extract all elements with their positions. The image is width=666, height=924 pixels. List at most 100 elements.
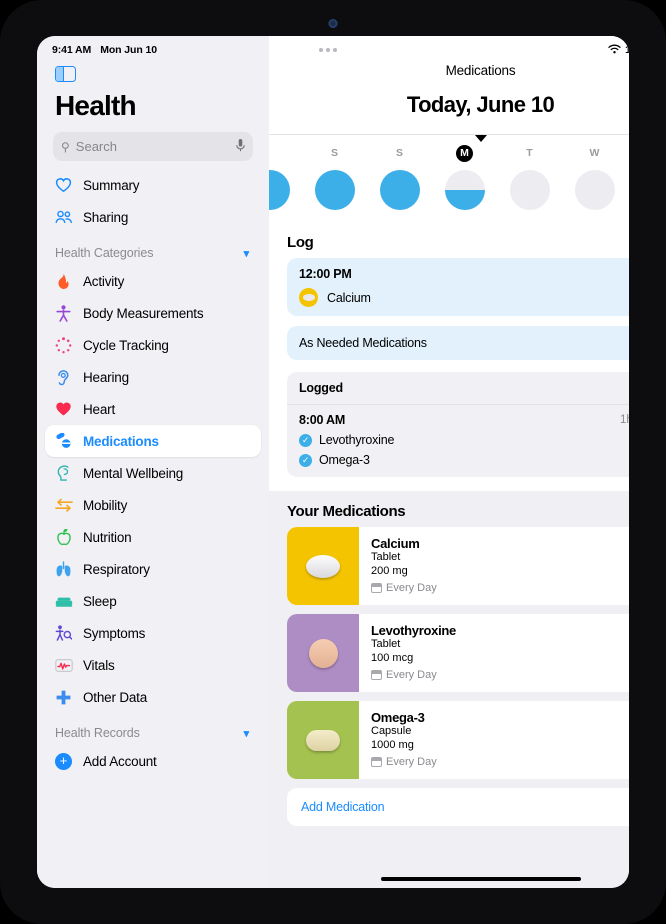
day-progress-circle xyxy=(314,170,355,210)
as-needed-card[interactable]: As Needed Medications + xyxy=(287,326,629,360)
logged-item-label: Omega-3 xyxy=(319,453,370,467)
body-icon xyxy=(54,304,73,323)
sidebar-item-nutrition[interactable]: Nutrition xyxy=(45,521,261,553)
scheduled-dose-card[interactable]: 12:00 PM + Calcium xyxy=(287,258,629,316)
sidebar-item-summary[interactable]: Summary xyxy=(45,169,261,201)
day-item[interactable]: S xyxy=(367,145,432,210)
sidebar-item-sharing[interactable]: Sharing xyxy=(45,201,261,233)
logged-ago[interactable]: 1h ago › xyxy=(620,414,629,426)
logged-title: Logged xyxy=(287,372,629,405)
day-item[interactable]: W xyxy=(562,145,627,210)
medication-dose: 1000 mg xyxy=(371,738,414,751)
medication-thumbnail xyxy=(287,527,359,605)
day-progress-circle xyxy=(509,170,550,210)
chevron-down-icon[interactable]: ▾ xyxy=(244,727,250,740)
people-icon xyxy=(54,208,73,227)
main-content: 100% Medications Today, June 10 S xyxy=(269,36,629,888)
sidebar-item-label: Body Measurements xyxy=(83,305,204,321)
sidebar-item-label: Respiratory xyxy=(83,561,150,577)
sidebar-item-vitals[interactable]: Vitals xyxy=(45,649,261,681)
calendar-icon xyxy=(371,583,382,593)
sidebar-item-symptoms[interactable]: Symptoms xyxy=(45,617,261,649)
medication-card[interactable]: Calcium Tablet 200 mg Every Day › xyxy=(287,527,629,605)
sidebar-item-label: Sharing xyxy=(83,209,129,225)
sidebar-item-medications[interactable]: Medications xyxy=(45,425,261,457)
microphone-icon[interactable] xyxy=(236,138,245,155)
logged-body[interactable]: 8:00 AM 1h ago › ✓ Levothyroxine xyxy=(287,405,629,477)
heart-outline-icon xyxy=(54,176,73,195)
day-letter: S xyxy=(330,147,338,159)
check-circle-icon: ✓ xyxy=(299,433,312,447)
day-item-today[interactable]: M xyxy=(432,145,497,210)
sidebar-nav-list: Summary Sharing Health Categories ▾ Acti… xyxy=(37,169,269,888)
medication-name: Levothyroxine xyxy=(371,623,456,638)
arrows-icon xyxy=(54,496,73,515)
sidebar-item-cycle-tracking[interactable]: Cycle Tracking xyxy=(45,329,261,361)
search-icon: ⚲ xyxy=(61,139,70,154)
sidebar-item-sleep[interactable]: Sleep xyxy=(45,585,261,617)
main-scroll-area[interactable]: Log 12:00 PM + Calcium As Needed Medicat… xyxy=(269,224,629,888)
caret-down-icon xyxy=(474,135,487,142)
dose-medication-name: Calcium xyxy=(327,290,371,305)
search-placeholder: Search xyxy=(75,139,117,154)
logged-item-label: Levothyroxine xyxy=(319,433,395,447)
main-header: 100% Medications Today, June 10 S xyxy=(269,36,629,224)
plus-circle-icon: + xyxy=(54,752,73,771)
day-item[interactable] xyxy=(627,145,629,210)
medication-frequency: Every Day xyxy=(371,669,629,681)
sidebar-item-body-measurements[interactable]: Body Measurements xyxy=(45,297,261,329)
sidebar-item-add-account[interactable]: + Add Account xyxy=(45,745,261,777)
sidebar-item-activity[interactable]: Activity xyxy=(45,265,261,297)
medication-frequency-label: Every Day xyxy=(386,582,437,594)
day-item[interactable]: S xyxy=(302,145,367,210)
medication-frequency-label: Every Day xyxy=(386,756,437,768)
day-item[interactable]: T xyxy=(497,145,562,210)
pills-icon xyxy=(54,432,73,451)
day-progress-circle xyxy=(444,170,485,210)
sidebar-toggle-icon[interactable] xyxy=(55,66,76,82)
logged-item: ✓ Omega-3 xyxy=(299,453,629,467)
medication-dose: 200 mg xyxy=(371,564,408,577)
day-item[interactable] xyxy=(269,145,302,210)
your-medications-section: Your Medications Edit Calcium Tablet 200… xyxy=(269,491,629,826)
log-title: Log xyxy=(287,234,314,251)
sidebar-item-label: Activity xyxy=(83,273,125,289)
day-letter: M xyxy=(456,145,473,162)
multitask-dots-icon[interactable] xyxy=(319,48,337,52)
medication-card[interactable]: Omega-3 Capsule 1000 mg Every Day › xyxy=(287,701,629,779)
front-camera-icon xyxy=(328,19,338,28)
day-letter: T xyxy=(526,147,533,159)
medication-thumbnail xyxy=(287,701,359,779)
day-progress-circle xyxy=(574,170,615,210)
sidebar: 9:41 AM Mon Jun 10 Health ⚲ Search Summa… xyxy=(37,36,269,888)
medication-form: Tablet xyxy=(371,638,401,650)
medication-card[interactable]: Levothyroxine Tablet 100 mcg Every Day › xyxy=(287,614,629,692)
sidebar-item-other-data[interactable]: Other Data xyxy=(45,681,261,713)
check-circle-icon: ✓ xyxy=(299,453,312,467)
chevron-down-icon[interactable]: ▾ xyxy=(244,247,250,260)
medication-name: Omega-3 xyxy=(371,710,425,725)
flame-icon xyxy=(54,272,73,291)
sidebar-item-label: Medications xyxy=(83,433,159,449)
sidebar-item-hearing[interactable]: Hearing xyxy=(45,361,261,393)
as-needed-label: As Needed Medications xyxy=(299,336,427,350)
sidebar-item-mobility[interactable]: Mobility xyxy=(45,489,261,521)
date-heading: Today, June 10 xyxy=(406,92,555,117)
sidebar-item-respiratory[interactable]: Respiratory xyxy=(45,553,261,585)
calendar-icon xyxy=(371,670,382,680)
health-records-header[interactable]: Health Records ▾ xyxy=(37,713,269,745)
symptoms-icon xyxy=(54,624,73,643)
your-medications-title: Your Medications xyxy=(287,503,406,520)
section-label: Health Categories xyxy=(55,246,154,260)
tablet-shape-icon xyxy=(306,554,340,578)
sidebar-item-mental-wellbeing[interactable]: Mental Wellbeing xyxy=(45,457,261,489)
add-medication-button[interactable]: Add Medication xyxy=(287,788,629,826)
sidebar-item-label: Add Account xyxy=(83,753,157,769)
heart-filled-icon xyxy=(54,400,73,419)
health-categories-header[interactable]: Health Categories ▾ xyxy=(37,233,269,265)
apple-icon xyxy=(54,528,73,547)
wifi-icon xyxy=(608,44,621,57)
plus-cross-icon xyxy=(54,688,73,707)
search-input[interactable]: ⚲ Search xyxy=(53,132,253,161)
sidebar-item-heart[interactable]: Heart xyxy=(45,393,261,425)
